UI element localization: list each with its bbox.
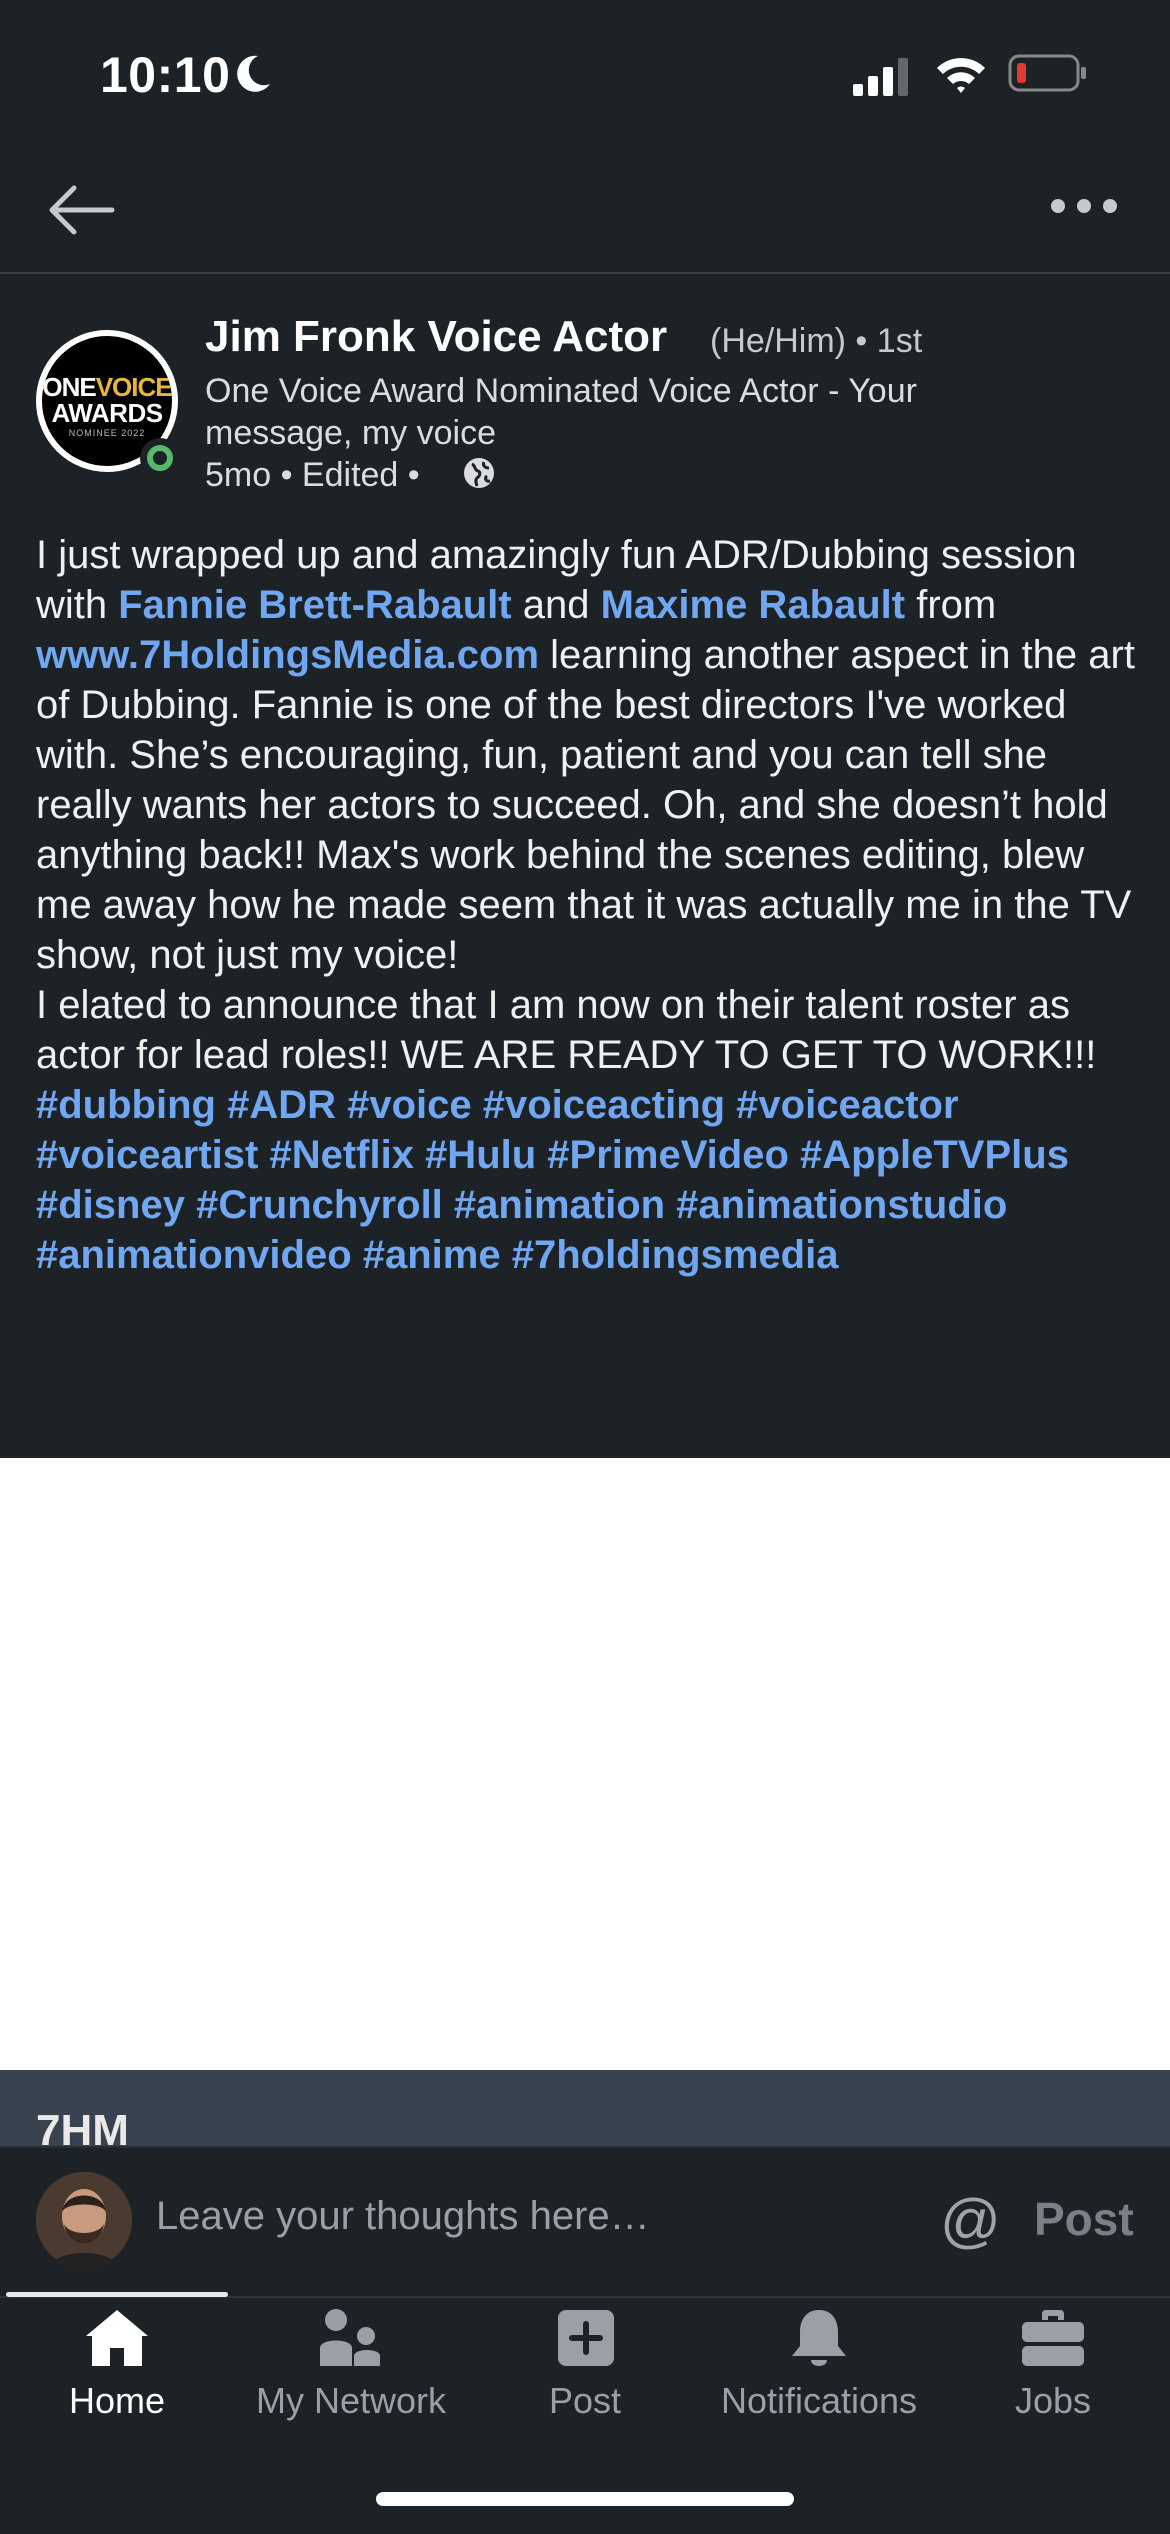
status-bar: 10:10 [0, 0, 1170, 150]
post-paragraph-1: I just wrapped up and amazingly fun ADR/… [36, 533, 1135, 977]
link-preview-title: 7HM [36, 2106, 129, 2146]
wifi-icon [937, 58, 985, 93]
mention-fannie[interactable]: Fannie Brett-Rabault [118, 583, 511, 627]
mention-at-icon[interactable]: @ [940, 2186, 1001, 2255]
post-navigation-bar [0, 150, 1170, 274]
link-preview-banner[interactable]: 7HM [0, 2070, 1170, 2146]
website-link[interactable]: www.7HoldingsMedia.com [36, 633, 539, 677]
avatar-logo-line2: AWARDS [51, 398, 163, 428]
home-icon [86, 2310, 148, 2366]
author-pronouns-degree: (He/Him) • 1st [710, 322, 923, 360]
status-time: 10:10 [100, 47, 231, 103]
network-icon [320, 2309, 380, 2366]
more-options-icon[interactable] [1048, 196, 1120, 216]
bell-icon [792, 2310, 846, 2366]
online-status-indicator [140, 438, 180, 478]
post-media-image[interactable] [0, 1458, 1170, 2070]
briefcase-icon [1022, 2310, 1084, 2366]
tab-my-network[interactable]: My Network [234, 2306, 468, 2426]
post-hashtags[interactable]: #dubbing #ADR #voice #voiceacting #voice… [36, 1080, 1146, 1280]
home-indicator [376, 2492, 794, 2506]
tab-jobs-label: Jobs [1014, 2380, 1092, 2421]
tab-notifications[interactable]: Notifications [702, 2306, 936, 2426]
post-body: I just wrapped up and amazingly fun ADR/… [36, 530, 1146, 1280]
active-tab-indicator [6, 2292, 228, 2297]
moon-icon [237, 55, 270, 92]
post-paragraph-2: I elated to announce that I am now on th… [36, 983, 1097, 1077]
author-headline: One Voice Award Nominated Voice Actor - … [205, 372, 917, 452]
author-name[interactable]: Jim Fronk Voice Actor [205, 312, 667, 362]
tab-my-network-label: My Network [255, 2380, 447, 2421]
tab-jobs[interactable]: Jobs [936, 2306, 1170, 2426]
tab-post-label: Post [548, 2380, 622, 2421]
plus-square-icon [558, 2310, 614, 2366]
user-avatar [36, 2172, 132, 2268]
cellular-signal-icon [853, 58, 908, 96]
tab-home[interactable]: Home [0, 2306, 234, 2426]
post-comment-button[interactable]: Post [1034, 2192, 1134, 2246]
globe-icon [464, 458, 494, 488]
battery-icon [1008, 54, 1086, 92]
avatar-logo-line3: NOMINEE 2022 [68, 428, 146, 438]
tab-notifications-label: Notifications [720, 2380, 918, 2421]
mention-maxime[interactable]: Maxime Rabault [601, 583, 906, 627]
comment-input[interactable]: Leave your thoughts here… [156, 2194, 650, 2239]
post-meta: 5mo • Edited • [205, 456, 420, 494]
tab-post[interactable]: Post [468, 2306, 702, 2426]
user-photo-icon [36, 2172, 132, 2268]
back-arrow-icon[interactable] [44, 180, 118, 240]
tab-home-label: Home [68, 2380, 166, 2421]
